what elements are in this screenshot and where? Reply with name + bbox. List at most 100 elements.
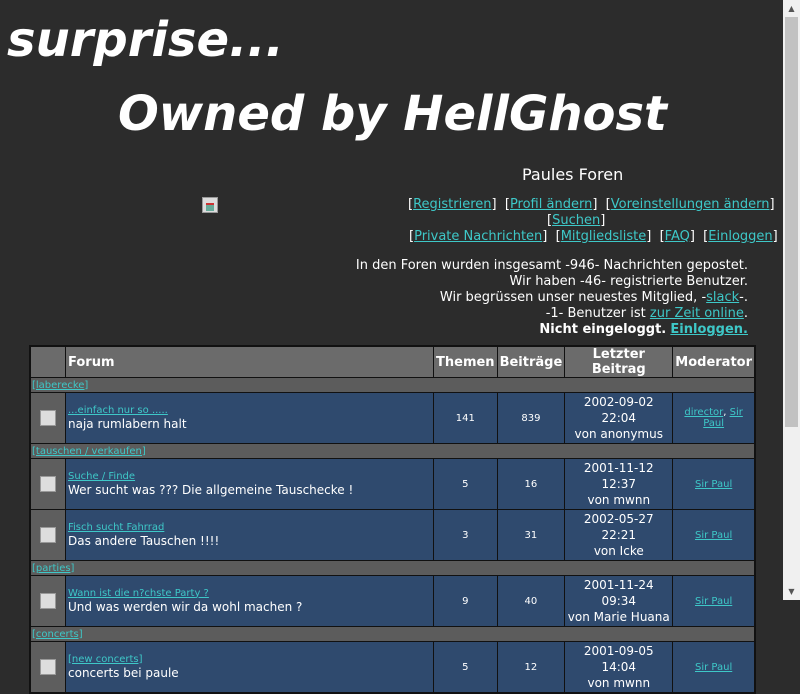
forum-row: Wann ist die n?chste Party ? Und was werd… <box>29 575 756 627</box>
header-moderator: Moderator <box>672 345 756 378</box>
forum-posts: 40 <box>496 575 566 627</box>
category-row: [tauschen / verkaufen] <box>29 443 756 459</box>
forum-topics: 141 <box>433 392 498 444</box>
moderator-link[interactable]: Sir Paul <box>695 530 732 541</box>
header-forum: Forum <box>65 345 434 378</box>
forum-row: Fisch sucht Fahrrad Das andere Tauschen !… <box>29 509 756 561</box>
category-link[interactable]: [laberecke] <box>32 380 88 391</box>
forum-description: Das andere Tauschen !!!! <box>68 533 220 548</box>
site-logo-image <box>202 197 218 213</box>
newest-member-link[interactable]: slack <box>706 290 739 305</box>
forum-topics: 5 <box>433 458 498 510</box>
header-posts: Beiträge <box>496 345 566 378</box>
last-post-author: von mwnn <box>587 676 651 690</box>
nav-row-1: [Registrieren] [Profil ändern] [Voreinst… <box>408 197 775 212</box>
stats-online-prefix: -1- Benutzer ist <box>545 306 650 321</box>
forum-last-post: 2002-05-27 22:21 von Icke <box>564 509 674 561</box>
forum-last-post: 2002-09-02 22:04 von anonymus <box>564 392 674 444</box>
stats-online-suffix: . <box>743 306 748 321</box>
last-post-author: von anonymus <box>574 427 663 441</box>
moderator-link[interactable]: Sir Paul <box>695 479 732 490</box>
members-link[interactable]: Mitgliedsliste <box>561 229 647 244</box>
category-link[interactable]: [tauschen / verkaufen] <box>32 446 146 457</box>
forum-moderators: Sir Paul <box>672 509 756 561</box>
login-status: Nicht eingeloggt. Einloggen. <box>356 322 748 338</box>
forum-table: Forum Themen Beiträge Letzter Beitrag Mo… <box>29 345 756 694</box>
forum-title-link[interactable]: Wann ist die n?chste Party ? <box>68 588 431 599</box>
not-logged-in-text: Nicht eingeloggt. <box>539 322 667 337</box>
forum-description: concerts bei paule <box>68 665 179 680</box>
forum-description: naja rumlabern halt <box>68 416 187 431</box>
category-row: [laberecke] <box>29 377 756 393</box>
forum-posts: 12 <box>496 641 566 694</box>
settings-link[interactable]: Voreinstellungen ändern <box>611 197 770 212</box>
scrollbar-thumb[interactable] <box>785 17 798 427</box>
forum-last-post: 2001-09-05 14:04 von mwnn <box>564 641 674 694</box>
banner-line-2: Owned by HellGhost <box>118 86 667 142</box>
forum-posts: 839 <box>496 392 566 444</box>
banner-line-1: surprise... <box>7 12 284 68</box>
last-post-author: von Icke <box>593 544 644 558</box>
online-users-link[interactable]: zur Zeit online <box>650 306 744 321</box>
category-link[interactable]: [parties] <box>32 563 74 574</box>
login-status-link[interactable]: Einloggen. <box>670 322 748 337</box>
register-link[interactable]: Registrieren <box>413 197 491 212</box>
moderator-link[interactable]: Sir Paul <box>695 662 732 673</box>
forum-row: ...einfach nur so ..... naja rumlabern ha… <box>29 392 756 444</box>
forum-moderators: director, Sir Paul <box>672 392 756 444</box>
scroll-up-arrow-icon[interactable]: ▲ <box>783 0 800 17</box>
forum-status-icon <box>29 392 66 444</box>
search-link[interactable]: Suchen <box>552 213 600 228</box>
forum-posts: 16 <box>496 458 566 510</box>
header-icon-col <box>29 345 66 378</box>
profile-link[interactable]: Profil ändern <box>510 197 592 212</box>
site-title: Paules Foren <box>522 165 624 184</box>
scroll-down-arrow-icon[interactable]: ▼ <box>783 583 800 600</box>
moderator-link[interactable]: director <box>684 407 723 418</box>
forum-status-icon <box>29 458 66 510</box>
forum-last-post: 2001-11-24 09:34 von Marie Huana <box>564 575 674 627</box>
forum-posts: 31 <box>496 509 566 561</box>
forum-moderators: Sir Paul <box>672 458 756 510</box>
stats-online: -1- Benutzer ist zur Zeit online. <box>356 306 748 322</box>
category-row: [concerts] <box>29 626 756 642</box>
faq-link[interactable]: FAQ <box>665 229 690 244</box>
header-topics: Themen <box>433 345 498 378</box>
category-link[interactable]: [concerts] <box>32 629 83 640</box>
forum-description: Und was werden wir da wohl machen ? <box>68 599 303 614</box>
vertical-scrollbar[interactable]: ▲ ▼ <box>783 0 800 600</box>
forum-status-icon <box>29 641 66 694</box>
forum-last-post: 2001-11-12 12:37 von mwnn <box>564 458 674 510</box>
forum-stats: In den Foren wurden insgesamt -946- Nach… <box>356 258 748 338</box>
last-post-author: von Marie Huana <box>567 610 670 624</box>
last-post-author: von mwnn <box>587 493 651 507</box>
stats-newest-suffix: -. <box>739 290 748 305</box>
forum-title-link[interactable]: Suche / Finde <box>68 471 431 482</box>
last-post-date: 2001-11-12 12:37 <box>583 461 654 491</box>
last-post-date: 2002-05-27 22:21 <box>583 512 654 542</box>
moderator-link[interactable]: Sir Paul <box>695 596 732 607</box>
last-post-date: 2001-11-24 09:34 <box>583 578 654 608</box>
forum-topics: 9 <box>433 575 498 627</box>
forum-title-link[interactable]: Fisch sucht Fahrrad <box>68 522 431 533</box>
forum-row: Suche / Finde Wer sucht was ??? Die allge… <box>29 458 756 510</box>
forum-topics: 3 <box>433 509 498 561</box>
forum-title-link[interactable]: [new concerts] <box>68 654 431 665</box>
login-link[interactable]: Einloggen <box>708 229 772 244</box>
forum-moderators: Sir Paul <box>672 575 756 627</box>
nav-row-3: [Private Nachrichten] [Mitgliedsliste] [… <box>409 229 778 244</box>
category-row: [parties] <box>29 560 756 576</box>
forum-row: [new concerts] concerts bei paule 5 12 20… <box>29 641 756 694</box>
stats-users: Wir haben -46- registrierte Benutzer. <box>509 274 748 289</box>
stats-newest: Wir begrüssen unser neuestes Mitglied, -… <box>356 290 748 306</box>
private-messages-link[interactable]: Private Nachrichten <box>414 229 542 244</box>
forum-status-icon <box>29 509 66 561</box>
forum-title-link[interactable]: ...einfach nur so ..... <box>68 405 431 416</box>
last-post-date: 2002-09-02 22:04 <box>583 395 654 425</box>
table-header: Forum Themen Beiträge Letzter Beitrag Mo… <box>29 345 756 378</box>
last-post-date: 2001-09-05 14:04 <box>583 644 654 674</box>
forum-moderators: Sir Paul <box>672 641 756 694</box>
nav-row-2: [Suchen] <box>547 213 606 228</box>
forum-description: Wer sucht was ??? Die allgemeine Tausche… <box>68 482 354 497</box>
stats-newest-prefix: Wir begrüssen unser neuestes Mitglied, - <box>439 290 707 305</box>
